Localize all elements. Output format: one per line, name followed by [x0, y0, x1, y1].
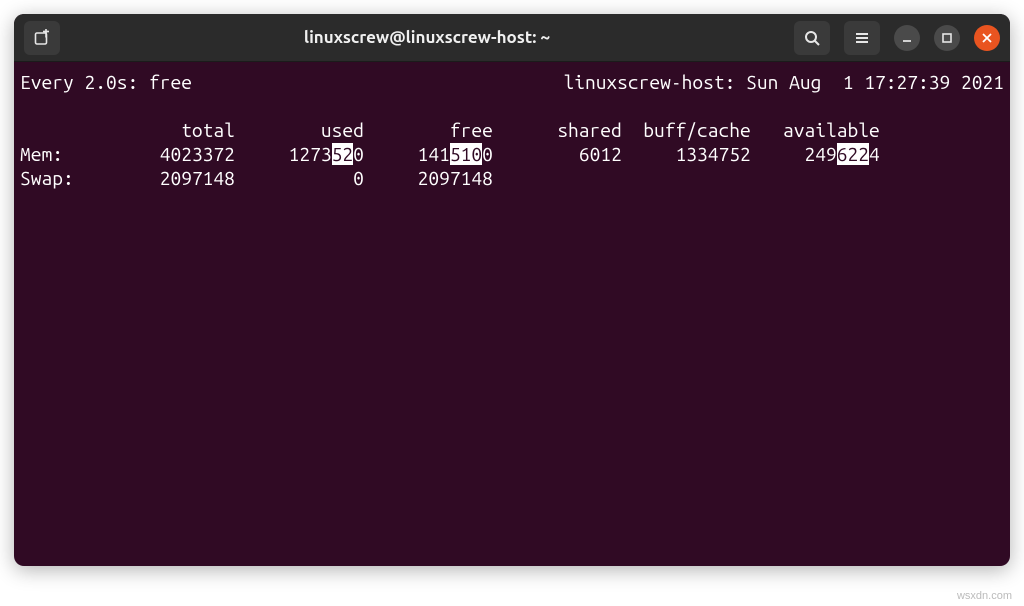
minimize-icon — [901, 32, 913, 44]
mem-label: Mem: — [20, 143, 63, 165]
col-total: total — [181, 119, 235, 141]
swap-free: 2097148 — [418, 167, 493, 189]
swap-row: Swap: 2097148 0 2097148 — [20, 167, 493, 189]
titlebar: linuxscrew@linuxscrew-host: ~ — [14, 14, 1010, 62]
swap-total: 2097148 — [160, 167, 235, 189]
swap-used: 0 — [353, 167, 364, 189]
col-buffcache: buff/cache — [643, 119, 750, 141]
watermark: wsxdn.com — [957, 590, 1012, 602]
maximize-icon — [941, 32, 953, 44]
window-title: linuxscrew@linuxscrew-host: ~ — [68, 28, 786, 47]
minimize-button[interactable] — [894, 25, 920, 51]
mem-buffcache: 1334752 — [676, 143, 751, 165]
maximize-button[interactable] — [934, 25, 960, 51]
menu-button[interactable] — [844, 21, 880, 55]
mem-free-a: 141 — [418, 143, 450, 165]
mem-used-c: 0 — [353, 143, 364, 165]
mem-shared: 6012 — [579, 143, 622, 165]
col-available: available — [783, 119, 880, 141]
watch-header: Every 2.0s: free linuxscrew-host: Sun Aug… — [20, 70, 1004, 94]
mem-free-c: 0 — [482, 143, 493, 165]
close-button[interactable] — [974, 25, 1000, 51]
new-tab-icon — [33, 29, 51, 47]
mem-free-diff: 510 — [450, 143, 482, 165]
hamburger-icon — [853, 29, 871, 47]
search-icon — [803, 29, 821, 47]
free-header-row: total used free shared buff/cache availa… — [20, 119, 880, 141]
col-shared: shared — [557, 119, 621, 141]
mem-avail-diff: 622 — [837, 143, 869, 165]
watch-hoststamp: linuxscrew-host: Sun Aug 1 17:27:39 2021 — [563, 70, 1004, 94]
mem-avail-a: 249 — [805, 143, 837, 165]
mem-row: Mem: 4023372 1273520 1415100 6012 133475… — [20, 143, 880, 165]
watch-interval: Every 2.0s: — [20, 71, 138, 93]
terminal-window: linuxscrew@linuxscrew-host: ~ — [14, 14, 1010, 566]
mem-used-diff: 52 — [332, 143, 354, 165]
swap-label: Swap: — [20, 167, 74, 189]
mem-avail-c: 4 — [869, 143, 880, 165]
close-icon — [981, 32, 993, 44]
new-tab-button[interactable] — [24, 21, 60, 55]
terminal-output[interactable]: Every 2.0s: free linuxscrew-host: Sun Aug… — [14, 62, 1010, 198]
mem-used-a: 1273 — [289, 143, 332, 165]
col-free: free — [450, 119, 493, 141]
watch-command: free — [149, 71, 192, 93]
col-used: used — [321, 119, 364, 141]
search-button[interactable] — [794, 21, 830, 55]
mem-total: 4023372 — [160, 143, 235, 165]
